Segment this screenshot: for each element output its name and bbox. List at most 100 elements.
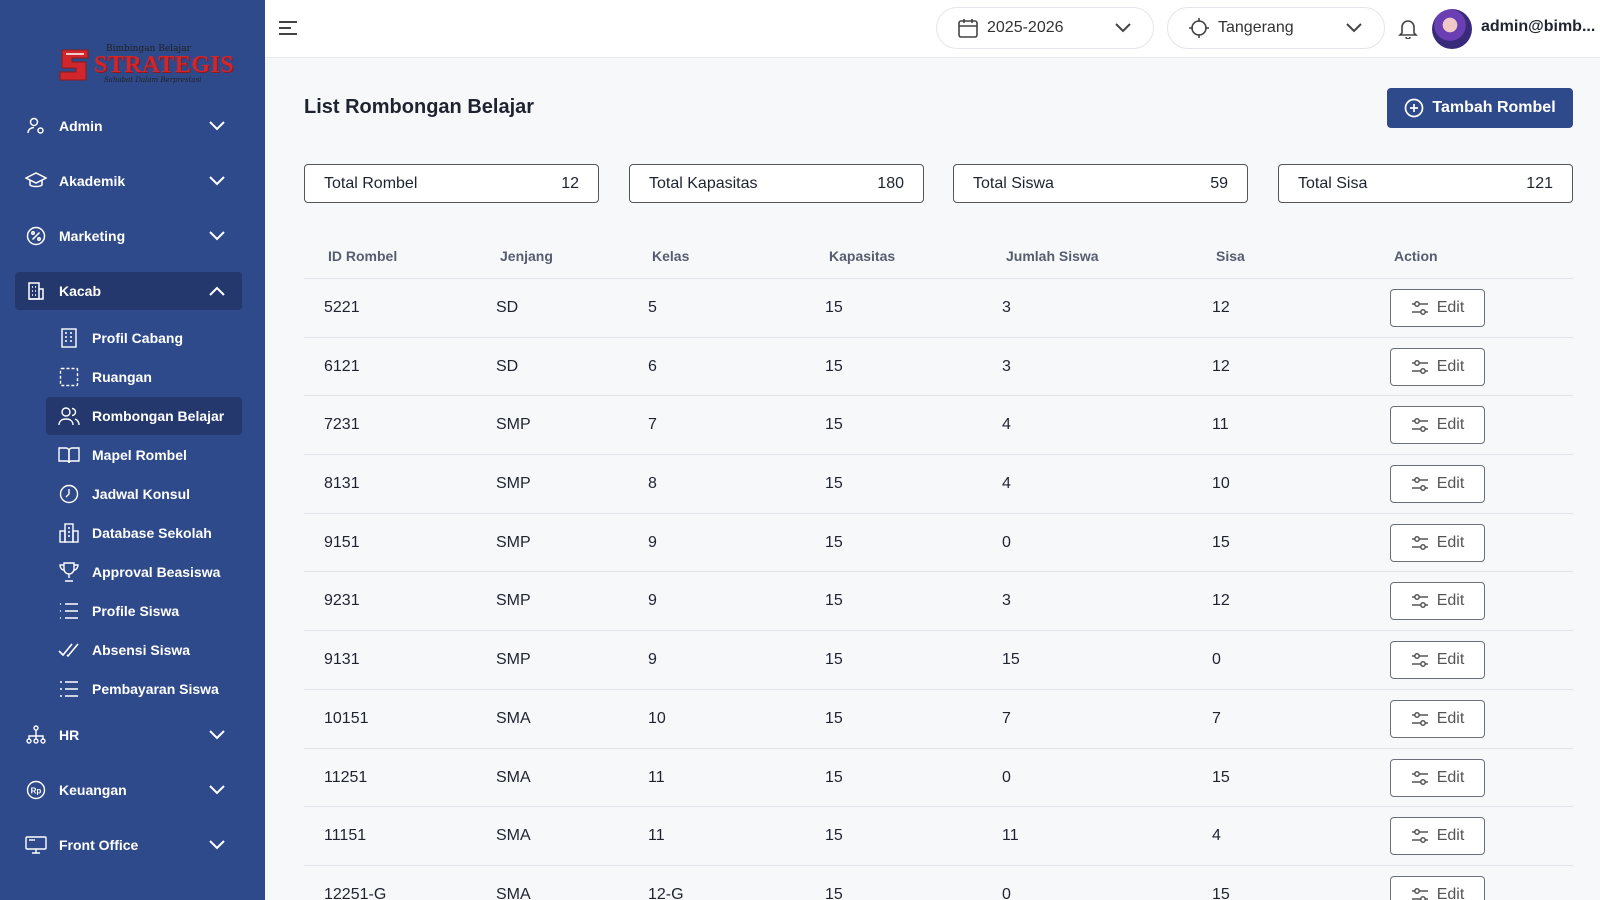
- table-header: ID Rombel Jenjang Kelas Kapasitas Jumlah…: [304, 236, 1573, 279]
- sidebar-item-label: Profile Siswa: [92, 603, 180, 619]
- table-cell: 10151: [324, 709, 369, 727]
- brand-slogan: Sahabat Dalam Berprestasi: [104, 76, 202, 84]
- sidebar-group-admin[interactable]: Admin: [15, 107, 242, 145]
- table-row: 7231 SMP 7 15 4 11 Edit: [304, 396, 1573, 456]
- sidebar-item-approval-beasiswa[interactable]: Approval Beasiswa: [46, 553, 242, 591]
- table-cell: 15: [825, 827, 843, 845]
- sidebar-item-mapel-rombel[interactable]: Mapel Rombel: [46, 436, 242, 474]
- table-cell: 12251-G: [324, 885, 387, 900]
- edit-label: Edit: [1436, 709, 1465, 727]
- sidebar-group-front-office[interactable]: Front Office: [15, 826, 242, 864]
- table-cell: 15: [825, 709, 843, 727]
- table-row: 8131 SMP 8 15 4 10 Edit: [304, 455, 1573, 514]
- sidebar-item-label: Approval Beasiswa: [92, 564, 221, 580]
- sidebar-item-label: Ruangan: [92, 369, 152, 385]
- edit-button[interactable]: Edit: [1390, 289, 1485, 327]
- table-cell: 10: [648, 709, 666, 727]
- sidebar-group-label: Admin: [59, 118, 103, 134]
- stat-value: 121: [1526, 174, 1553, 192]
- sidebar-item-absensi-siswa[interactable]: Absensi Siswa: [46, 631, 242, 669]
- stat-total-sisa: Total Sisa 121: [1278, 164, 1573, 203]
- school-icon: [58, 522, 80, 544]
- sidebar-item-pembayaran-siswa[interactable]: Pembayaran Siswa: [46, 670, 242, 708]
- table-cell: 7231: [324, 416, 360, 434]
- stat-label: Total Rombel: [324, 174, 418, 192]
- sidebar-group-marketing[interactable]: Marketing: [15, 217, 242, 255]
- sidebar-item-database-sekolah[interactable]: Database Sekolah: [46, 514, 242, 552]
- edit-button[interactable]: Edit: [1390, 523, 1485, 562]
- edit-button[interactable]: Edit: [1390, 817, 1485, 856]
- add-rombel-button[interactable]: Tambah Rombel: [1387, 88, 1573, 128]
- table-row: 11251 SMA 11 15 0 15 Edit: [304, 749, 1573, 808]
- sidebar-item-label: Database Sekolah: [92, 525, 212, 541]
- chevron-down-icon: [1344, 18, 1364, 38]
- table-cell: 15: [825, 416, 843, 434]
- sidebar-group-akademik[interactable]: Akademik: [15, 162, 242, 200]
- sliders-icon: [1411, 358, 1429, 376]
- edit-label: Edit: [1436, 768, 1465, 786]
- sidebar-group-keuangan[interactable]: Rp Keuangan: [15, 771, 242, 809]
- branch-select[interactable]: Tangerang: [1167, 7, 1385, 49]
- stat-label: Total Siswa: [973, 174, 1054, 192]
- sidebar-item-jadwal-konsul[interactable]: Jadwal Konsul: [46, 475, 242, 513]
- table-cell: 15: [825, 357, 843, 375]
- table-cell: 15: [1212, 533, 1230, 551]
- top-header: 2025-2026 Tangerang admin@bimb...: [265, 0, 1600, 58]
- edit-label: Edit: [1436, 533, 1465, 551]
- edit-button[interactable]: Edit: [1390, 758, 1485, 797]
- edit-button[interactable]: Edit: [1390, 347, 1485, 386]
- edit-button[interactable]: Edit: [1390, 641, 1485, 680]
- edit-label: Edit: [1436, 592, 1465, 610]
- table-cell: 7: [1212, 709, 1221, 727]
- sidebar-group-label: HR: [59, 727, 80, 743]
- academic-year-value: 2025-2026: [987, 19, 1064, 36]
- table-cell: 5221: [324, 299, 360, 316]
- table-cell: 4: [1002, 475, 1011, 493]
- edit-label: Edit: [1436, 885, 1465, 900]
- edit-button[interactable]: Edit: [1390, 465, 1485, 504]
- hamburger-menu-icon[interactable]: [277, 18, 299, 38]
- edit-label: Edit: [1436, 357, 1465, 375]
- edit-button[interactable]: Edit: [1390, 406, 1485, 445]
- table-row: 11151 SMA 11 15 11 4 Edit: [304, 807, 1573, 866]
- table-cell: 11151: [324, 827, 367, 845]
- table-cell: SMA: [496, 885, 531, 900]
- table-cell: 15: [825, 533, 843, 551]
- table-cell: SMP: [496, 592, 531, 610]
- sidebar-group-hr[interactable]: HR: [15, 716, 242, 754]
- notification-bell-icon[interactable]: [1397, 17, 1419, 39]
- table-cell: 15: [825, 651, 843, 669]
- table-cell: 0: [1002, 885, 1011, 900]
- brand-logo[interactable]: Bimbingan Belajar STRATEGIS Sahabat Dala…: [56, 40, 234, 88]
- brand-name: STRATEGIS: [94, 52, 235, 78]
- academic-year-select[interactable]: 2025-2026: [936, 7, 1154, 49]
- table-cell: SMA: [496, 768, 531, 786]
- column-header: Kapasitas: [829, 248, 896, 264]
- edit-button[interactable]: Edit: [1390, 699, 1485, 738]
- branch-value: Tangerang: [1218, 19, 1294, 36]
- monitor-icon: [25, 834, 47, 856]
- edit-button[interactable]: Edit: [1390, 875, 1485, 900]
- user-email[interactable]: admin@bimb...: [1481, 18, 1595, 36]
- sidebar-group-kacab[interactable]: Kacab: [15, 272, 242, 310]
- user-avatar[interactable]: [1432, 9, 1472, 49]
- sidebar-item-rombongan-belajar[interactable]: Rombongan Belajar: [46, 397, 242, 435]
- sidebar-item-label: Mapel Rombel: [92, 447, 187, 463]
- table-row: 9131 SMP 9 15 15 0 Edit: [304, 631, 1573, 690]
- chevron-down-icon: [206, 779, 228, 801]
- logo-mark-icon: [59, 49, 89, 81]
- table-cell: 12: [1212, 592, 1230, 610]
- sidebar-item-ruangan[interactable]: Ruangan: [46, 358, 242, 396]
- table-cell: SMP: [496, 533, 531, 551]
- list-icon: [58, 600, 80, 622]
- dashed-square-icon: [58, 366, 80, 388]
- sidebar-item-profil-cabang[interactable]: Profil Cabang: [46, 319, 242, 357]
- plus-circle-icon: [1404, 98, 1424, 118]
- chevron-down-icon: [1113, 18, 1133, 38]
- edit-button[interactable]: Edit: [1390, 582, 1485, 621]
- sidebar-item-profile-siswa[interactable]: Profile Siswa: [46, 592, 242, 630]
- table-cell: 11: [648, 827, 665, 845]
- table-cell: 0: [1002, 768, 1011, 786]
- chevron-down-icon: [206, 834, 228, 856]
- table-row: 5221 SD 5 15 3 12 Edit: [304, 279, 1573, 338]
